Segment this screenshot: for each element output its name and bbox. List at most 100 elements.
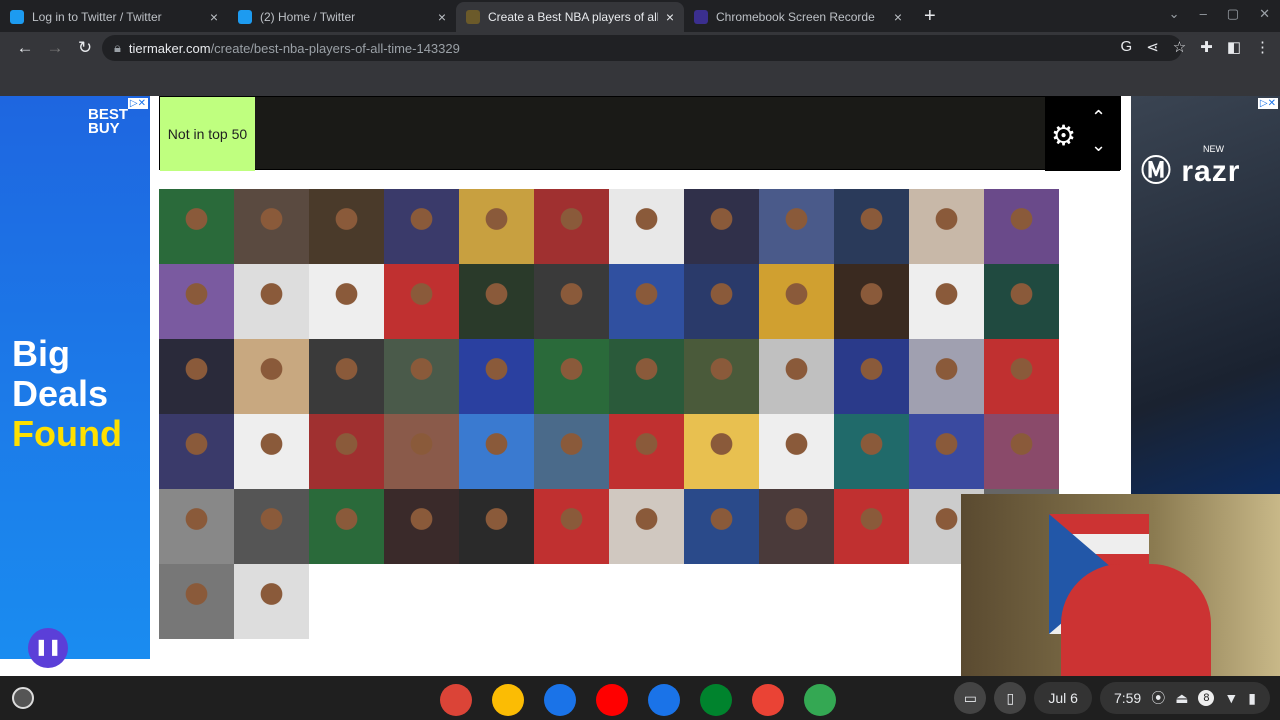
new-tab-button[interactable]: + <box>912 2 948 32</box>
player-tile[interactable] <box>609 339 684 414</box>
player-tile[interactable] <box>384 414 459 489</box>
player-tile[interactable] <box>534 414 609 489</box>
extensions-icon[interactable]: ✚ <box>1200 38 1213 56</box>
player-tile[interactable] <box>609 414 684 489</box>
player-tile[interactable] <box>609 489 684 564</box>
player-tile[interactable] <box>234 339 309 414</box>
date-pill[interactable]: Jul 6 <box>1034 682 1092 714</box>
player-tile[interactable] <box>534 189 609 264</box>
messages-icon[interactable] <box>648 684 680 716</box>
tab-search-icon[interactable]: ⌄ <box>1169 6 1180 22</box>
player-tile[interactable] <box>234 264 309 339</box>
share-icon[interactable]: ⋖ <box>1146 38 1159 56</box>
player-tile[interactable] <box>309 189 384 264</box>
player-tile[interactable] <box>684 339 759 414</box>
pause-button[interactable]: ❚❚ <box>28 628 68 668</box>
player-tile[interactable] <box>459 489 534 564</box>
close-tab-icon[interactable]: × <box>210 9 218 25</box>
meet-icon[interactable] <box>700 684 732 716</box>
player-tile[interactable] <box>684 264 759 339</box>
close-window-icon[interactable]: ✕ <box>1259 6 1270 22</box>
player-tile[interactable] <box>909 189 984 264</box>
player-tile[interactable] <box>459 414 534 489</box>
player-tile[interactable] <box>159 414 234 489</box>
player-tile[interactable] <box>309 339 384 414</box>
bookmark-star-icon[interactable]: ☆ <box>1173 38 1186 56</box>
gear-icon[interactable]: ⚙ <box>1051 119 1076 152</box>
restore-icon[interactable]: ▢ <box>1227 6 1239 22</box>
player-tile[interactable] <box>384 189 459 264</box>
player-tile[interactable] <box>234 189 309 264</box>
player-tile[interactable] <box>534 489 609 564</box>
player-tile[interactable] <box>759 489 834 564</box>
player-tile[interactable] <box>909 414 984 489</box>
player-tile[interactable] <box>309 264 384 339</box>
tab[interactable]: Log in to Twitter / Twitter × <box>0 2 228 32</box>
screen-capture-icon[interactable]: ▭ <box>954 682 987 714</box>
tab[interactable]: Chromebook Screen Recorde × <box>684 2 912 32</box>
player-tile[interactable] <box>384 339 459 414</box>
google-icon[interactable]: G <box>1121 38 1133 56</box>
tab[interactable]: Create a Best NBA players of all × <box>456 2 684 32</box>
ad-left-bestbuy[interactable]: ▷✕ BEST BUY Big Deals Found ❚❚ <box>0 96 150 668</box>
player-tile[interactable] <box>684 414 759 489</box>
close-tab-icon[interactable]: × <box>666 9 674 25</box>
player-tile[interactable] <box>834 264 909 339</box>
ad-close-icon[interactable]: ▷✕ <box>127 98 148 109</box>
chevron-down-icon[interactable]: ⌄ <box>1091 135 1106 156</box>
player-tile[interactable] <box>159 264 234 339</box>
reload-button[interactable]: ↻ <box>70 38 100 58</box>
chrome-icon[interactable] <box>440 684 472 716</box>
player-tile[interactable] <box>684 489 759 564</box>
address-bar[interactable]: 🔒︎ tiermaker.com/create/best-nba-players… <box>102 35 1182 61</box>
player-tile[interactable] <box>834 339 909 414</box>
player-tile[interactable] <box>684 189 759 264</box>
player-tile[interactable] <box>759 264 834 339</box>
back-button[interactable]: ← <box>10 38 40 58</box>
minimize-icon[interactable]: – <box>1200 6 1207 22</box>
player-tile[interactable] <box>759 414 834 489</box>
photos-icon[interactable] <box>492 684 524 716</box>
player-tile[interactable] <box>834 414 909 489</box>
tier-row[interactable]: Not in top 50 ⚙ ⌃ ⌄ <box>159 96 1121 171</box>
player-tile[interactable] <box>609 189 684 264</box>
player-tile[interactable] <box>834 489 909 564</box>
player-tile[interactable] <box>234 564 309 639</box>
gmail-icon[interactable] <box>752 684 784 716</box>
forward-button[interactable]: → <box>40 38 70 58</box>
player-tile[interactable] <box>909 264 984 339</box>
ad-right-motorola[interactable]: ▷✕ Ⓜ razr NEW <box>1131 96 1280 496</box>
player-tile[interactable] <box>609 264 684 339</box>
player-tile[interactable] <box>984 189 1059 264</box>
player-tile[interactable] <box>384 264 459 339</box>
player-tile[interactable] <box>159 564 234 639</box>
player-tile[interactable] <box>459 264 534 339</box>
player-tile[interactable] <box>984 264 1059 339</box>
player-tile[interactable] <box>759 339 834 414</box>
phone-hub-icon[interactable]: ▯ <box>994 682 1027 714</box>
player-tile[interactable] <box>984 414 1059 489</box>
ad-close-icon[interactable]: ▷✕ <box>1257 98 1278 109</box>
player-tile[interactable] <box>234 489 309 564</box>
player-tile[interactable] <box>534 264 609 339</box>
tier-label[interactable]: Not in top 50 <box>160 97 255 171</box>
status-tray[interactable]: 7:59 ⦿ ⏏ 8 ▼ ▮ <box>1099 682 1270 714</box>
player-tile[interactable] <box>459 339 534 414</box>
close-tab-icon[interactable]: × <box>438 9 446 25</box>
player-tile[interactable] <box>834 189 909 264</box>
youtube-icon[interactable] <box>596 684 628 716</box>
side-panel-icon[interactable]: ◧ <box>1227 38 1241 56</box>
close-tab-icon[interactable]: × <box>894 9 902 25</box>
player-tile[interactable] <box>159 189 234 264</box>
launcher-button[interactable] <box>12 687 34 709</box>
player-tile[interactable] <box>909 339 984 414</box>
player-tile[interactable] <box>159 339 234 414</box>
player-tile[interactable] <box>234 414 309 489</box>
player-tile[interactable] <box>984 339 1059 414</box>
files-icon[interactable] <box>544 684 576 716</box>
player-tile[interactable] <box>309 489 384 564</box>
player-tile[interactable] <box>534 339 609 414</box>
play-store-icon[interactable] <box>804 684 836 716</box>
player-tile[interactable] <box>309 414 384 489</box>
chevron-up-icon[interactable]: ⌃ <box>1091 107 1106 128</box>
